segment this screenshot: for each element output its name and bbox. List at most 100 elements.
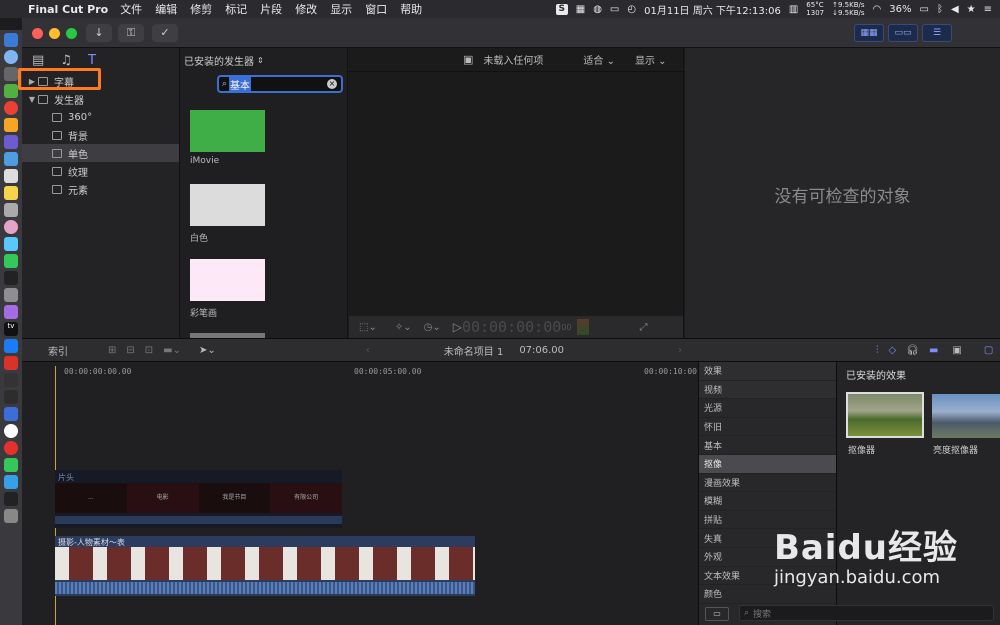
appletv-icon[interactable]: tv [4, 322, 18, 336]
notes-icon[interactable] [4, 186, 18, 200]
sidebar-toggle-icon[interactable]: ▭ [705, 607, 729, 621]
generator-header[interactable]: 已安装的发生器 ⇕ [180, 48, 347, 72]
append-clip-icon[interactable]: ⊡ [145, 345, 153, 356]
menu-help[interactable]: 帮助 [400, 1, 422, 17]
fullscreen-icon[interactable]: ⤢ [639, 322, 647, 333]
appstore-icon[interactable] [4, 339, 18, 353]
safari-icon[interactable] [4, 50, 18, 64]
app-icon[interactable] [4, 203, 18, 217]
effects-category-video[interactable]: 视频 [699, 380, 836, 400]
finder-icon[interactable] [4, 33, 18, 47]
android-icon[interactable] [4, 84, 18, 98]
photos-icon[interactable] [4, 220, 18, 234]
battery-percent[interactable]: 36% [889, 4, 911, 15]
grid-icon[interactable]: ▦ [576, 4, 585, 15]
speed-icon[interactable]: ◷⌄ [424, 322, 441, 333]
activity-monitor-icon[interactable] [4, 390, 18, 404]
minimize-button[interactable] [49, 28, 60, 39]
star-icon[interactable]: ★ [967, 4, 976, 15]
disclosure-down-icon[interactable]: ▼ [26, 95, 38, 104]
import-button[interactable]: ↓ [86, 24, 112, 42]
network-speed[interactable]: ↑9.5KB/s ↓9.5KB/s [832, 1, 864, 17]
zoom-button[interactable] [66, 28, 77, 39]
keyer-thumb[interactable] [846, 392, 924, 438]
overwrite-clip-icon[interactable]: ▬⌄ [163, 345, 181, 356]
generator-thumb-pastel[interactable] [190, 259, 265, 301]
generator-thumb-white[interactable] [190, 184, 265, 226]
clear-search-icon[interactable]: × [327, 79, 337, 89]
app-icon[interactable] [4, 118, 18, 132]
s-app-icon[interactable]: S [555, 3, 568, 15]
wechat-icon[interactable] [4, 458, 18, 472]
datetime[interactable]: 01月11日 周六 下午12:13:06 [644, 2, 781, 17]
generator-thumb-imovie[interactable] [190, 110, 265, 152]
effects-category[interactable]: 怀旧 [699, 418, 836, 437]
enhance-icon[interactable]: ✧⌄ [395, 322, 412, 333]
calendar-icon[interactable] [4, 169, 18, 183]
menu-modify[interactable]: 修改 [295, 1, 317, 17]
globe-icon[interactable]: ◍ [593, 4, 602, 15]
keyword-button[interactable]: ⚿ [118, 24, 144, 42]
display-dropdown[interactable]: 显示 ⌄ [635, 52, 667, 67]
media-library-icon[interactable]: ▤ [32, 53, 44, 68]
effects-category-keying[interactable]: 抠像 [699, 454, 836, 474]
menu-edit[interactable]: 编辑 [155, 1, 177, 17]
bluetooth-icon[interactable]: ᛒ [937, 4, 943, 15]
temp-fan[interactable]: 65°C 1307 [806, 1, 824, 17]
app-icon[interactable] [4, 135, 18, 149]
effects-category[interactable]: 光源 [699, 399, 836, 418]
transform-icon[interactable]: ⬚⌄ [359, 322, 377, 333]
menu-window[interactable]: 窗口 [365, 1, 387, 17]
app-icon[interactable] [4, 475, 18, 489]
titles-generators-icon[interactable]: T [88, 53, 96, 68]
sidebar-item-elements[interactable]: 元素 [22, 180, 179, 198]
show-browser-button[interactable]: ▦▦ [854, 24, 884, 42]
trash-icon[interactable] [4, 509, 18, 523]
stats-icon[interactable]: ▥ [789, 4, 798, 15]
clock-icon[interactable]: ◴ [627, 4, 636, 15]
app-icon[interactable] [4, 237, 18, 251]
launchpad-icon[interactable] [4, 67, 18, 81]
podcasts-icon[interactable] [4, 305, 18, 319]
weibo-icon[interactable] [4, 441, 18, 455]
insert-clip-icon[interactable]: ⊟ [126, 345, 134, 356]
forward-icon[interactable]: › [678, 345, 682, 356]
terminal-icon[interactable] [4, 373, 18, 387]
menu-mark[interactable]: 标记 [225, 1, 247, 17]
close-button[interactable] [32, 28, 43, 39]
back-icon[interactable]: ‹ [366, 345, 370, 356]
sidebar-item-textures[interactable]: 纹理 [22, 162, 179, 180]
effects-search-input[interactable]: ⌕ 搜索 [739, 605, 994, 621]
yandex-icon[interactable] [4, 424, 18, 438]
wifi-icon[interactable]: ◠ [873, 4, 882, 15]
finalcut-icon[interactable] [4, 492, 18, 506]
photos-audio-icon[interactable]: ♫ [60, 53, 72, 68]
headphones-icon[interactable]: 🎧︎ [906, 345, 919, 356]
connect-clip-icon[interactable]: ⊞ [108, 345, 116, 356]
solo-icon[interactable]: ▬ [929, 345, 938, 356]
show-inspector-button[interactable]: ☰ [922, 24, 952, 42]
wechat-icon[interactable] [4, 254, 18, 268]
app-icon[interactable] [4, 288, 18, 302]
menu-view[interactable]: 显示 [330, 1, 352, 17]
chrome-icon[interactable] [4, 101, 18, 115]
app-icon[interactable] [4, 407, 18, 421]
app-name[interactable]: Final Cut Pro [28, 3, 108, 16]
app-icon[interactable] [4, 152, 18, 166]
app-icon[interactable] [4, 271, 18, 285]
background-tasks-button[interactable]: ✓ [152, 24, 178, 42]
video-clip[interactable]: 摄影-人物素材～表 [55, 536, 475, 596]
select-tool-icon[interactable]: ➤⌄ [199, 345, 216, 356]
volume-icon[interactable]: ◀ [951, 4, 959, 15]
battery-icon[interactable]: ▭ [919, 4, 928, 15]
effects-category[interactable]: 模糊 [699, 492, 836, 511]
search-input[interactable]: ⌕ 基本 × [217, 75, 343, 93]
effects-category[interactable]: 漫画效果 [699, 474, 836, 493]
menu-file[interactable]: 文件 [120, 1, 142, 17]
clip-appearance-icon[interactable]: ▣ [952, 345, 961, 356]
sidebar-item-backgrounds[interactable]: 背景 [22, 126, 179, 144]
menu-clip[interactable]: 片段 [260, 1, 282, 17]
skimming-icon[interactable]: ⫶ [876, 345, 879, 356]
effects-browser-icon[interactable]: ▢ [984, 345, 993, 356]
snapping-icon[interactable]: ◇ [889, 345, 897, 356]
